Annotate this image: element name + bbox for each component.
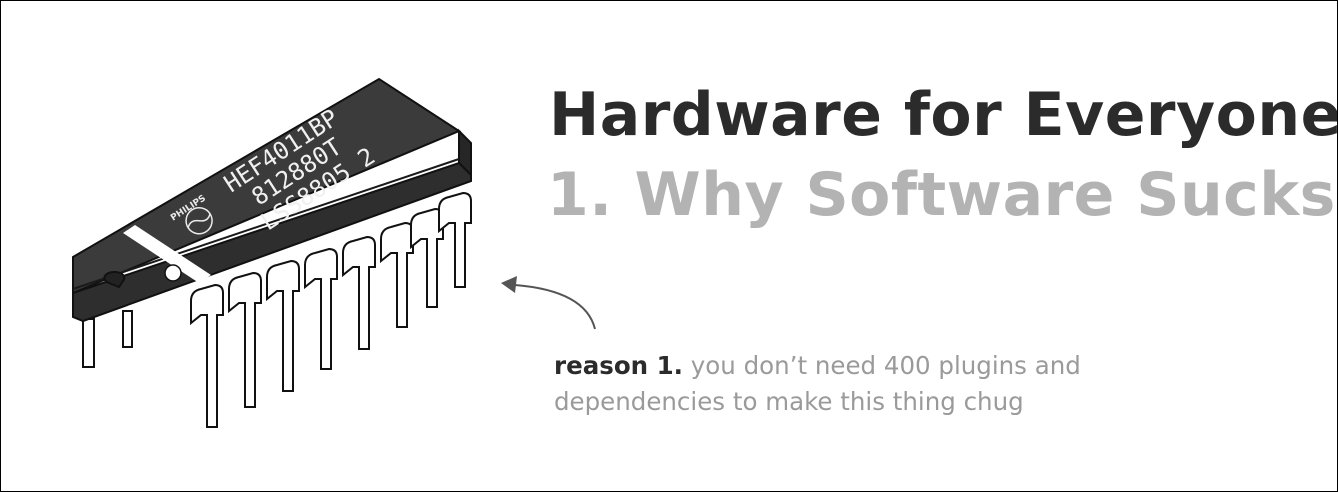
subtitle-number: 1. — [547, 160, 613, 230]
curved-arrow-icon — [501, 276, 596, 330]
caption-lead: reason 1. — [554, 351, 683, 380]
caption-line2: dependencies to make this thing chug — [554, 387, 1024, 416]
ic-chip-illustration: PHILIPS HEF4011BP 812880T LSS8805 2 — [72, 77, 472, 428]
slide-title: Hardware for Everyone: — [549, 80, 1338, 150]
slide-subtitle: 1. Why Software Sucks — [547, 159, 1336, 231]
caption: reason 1. you don’t need 400 plugins and… — [554, 348, 1174, 420]
slide-frame: PHILIPS HEF4011BP 812880T LSS8805 2 Hard… — [0, 0, 1338, 492]
subtitle-text: Why Software Sucks — [634, 160, 1336, 230]
pin1-dot — [164, 264, 182, 282]
caption-line1: you don’t need 400 plugins and — [690, 351, 1081, 380]
